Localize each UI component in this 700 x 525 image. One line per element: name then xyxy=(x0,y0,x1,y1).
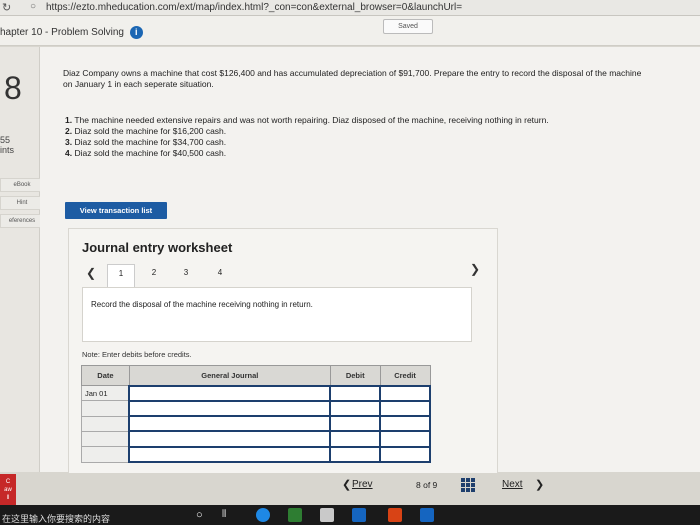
credit-cell[interactable] xyxy=(379,430,431,448)
list-item-text: The machine needed extensive repairs and… xyxy=(74,115,549,125)
list-item-text: Diaz sold the machine for $40,500 cash. xyxy=(74,148,227,158)
taskbar-search-input[interactable]: 在这里输入你要搜索的内容 xyxy=(2,512,110,525)
list-item: 1. The machine needed extensive repairs … xyxy=(65,115,549,126)
date-cell[interactable] xyxy=(81,430,130,448)
list-item-text: Diaz sold the machine for $16,200 cash. xyxy=(74,126,227,136)
worksheet-title: Journal entry worksheet xyxy=(82,240,233,255)
debit-cell[interactable] xyxy=(329,384,382,402)
list-item-number: 4. xyxy=(65,148,73,158)
tab-2[interactable]: 2 xyxy=(140,264,168,284)
date-cell[interactable] xyxy=(81,415,130,432)
chevron-left-icon[interactable]: ❮ xyxy=(342,478,351,491)
debit-cell[interactable] xyxy=(329,430,382,448)
table-row xyxy=(81,445,431,464)
question-number: 8 xyxy=(4,70,22,106)
assignment-header: hapter 10 - Problem Solving i Saved xyxy=(0,16,700,46)
situation-list: 1. The machine needed extensive repairs … xyxy=(65,115,549,159)
lock-icon: ○ xyxy=(30,1,37,12)
debit-credit-note: Note: Enter debits before credits. xyxy=(82,350,192,359)
browser-toolbar: ↻ ○ https://ezto.mheducation.com/ext/map… xyxy=(0,0,700,16)
debit-cell[interactable] xyxy=(329,415,382,433)
list-item-number: 1. xyxy=(65,115,73,125)
credit-cell[interactable] xyxy=(379,445,431,464)
date-cell[interactable] xyxy=(81,446,130,463)
tab-1[interactable]: 1 xyxy=(107,264,135,288)
general-journal-column-header: General Journal xyxy=(128,365,331,386)
tab-3[interactable]: 3 xyxy=(172,264,200,284)
table-row xyxy=(81,415,431,433)
chapter-title-text: hapter 10 - Problem Solving xyxy=(0,27,124,39)
list-item: 2. Diaz sold the machine for $16,200 cas… xyxy=(65,126,549,137)
grid-icon[interactable] xyxy=(461,478,475,492)
saved-status-badge: Saved xyxy=(383,19,433,34)
view-transaction-list-button[interactable]: View transaction list xyxy=(65,202,167,219)
table-row xyxy=(81,399,431,418)
question-prompt: Diaz Company owns a machine that cost $1… xyxy=(63,68,642,89)
chevron-right-icon[interactable]: ❯ xyxy=(535,478,544,491)
date-cell[interactable]: Jan 01 xyxy=(81,384,130,402)
references-button[interactable]: eferences xyxy=(0,214,44,228)
debit-cell[interactable] xyxy=(329,399,382,418)
file-explorer-icon[interactable] xyxy=(320,508,334,522)
address-bar[interactable]: https://ezto.mheducation.com/ext/map/ind… xyxy=(46,2,462,13)
account-cell[interactable] xyxy=(128,415,332,433)
chapter-title: hapter 10 - Problem Solving i xyxy=(0,26,143,39)
cortana-icon[interactable]: ○ xyxy=(196,508,210,522)
mail-icon[interactable] xyxy=(352,508,366,522)
tab-4[interactable]: 4 xyxy=(206,264,234,284)
browser-app-icon[interactable] xyxy=(256,508,270,522)
ebook-button[interactable]: eBook xyxy=(0,178,44,192)
prev-button[interactable]: Prev xyxy=(352,479,373,490)
list-item: 4. Diaz sold the machine for $40,500 cas… xyxy=(65,148,549,159)
list-item: 3. Diaz sold the machine for $34,700 cas… xyxy=(65,137,549,148)
account-cell[interactable] xyxy=(128,430,332,448)
credit-cell[interactable] xyxy=(379,384,431,402)
points-display: 55 ints xyxy=(0,135,14,155)
info-icon[interactable]: i xyxy=(129,26,143,39)
date-cell[interactable] xyxy=(81,400,130,417)
os-taskbar: 在这里输入你要搜索的内容 ○ ⫴ xyxy=(0,505,700,525)
list-item-number: 3. xyxy=(65,137,73,147)
account-cell[interactable] xyxy=(128,445,332,464)
reload-icon[interactable]: ↻ xyxy=(2,1,11,14)
debit-cell[interactable] xyxy=(329,445,382,464)
journal-table: Date General Journal Debit Credit Jan 01 xyxy=(81,365,431,464)
powerpoint-app-icon[interactable] xyxy=(388,508,402,522)
excel-app-icon[interactable] xyxy=(288,508,302,522)
credit-cell[interactable] xyxy=(379,415,431,433)
instruction-box: Record the disposal of the machine recei… xyxy=(82,287,472,342)
account-cell[interactable] xyxy=(128,399,332,418)
page-indicator: 8 of 9 xyxy=(416,480,438,490)
chevron-right-icon[interactable]: ❯ xyxy=(470,262,480,276)
points-value: 55 xyxy=(0,135,11,145)
table-row: Jan 01 xyxy=(81,384,431,402)
credit-cell[interactable] xyxy=(379,399,431,418)
account-cell[interactable] xyxy=(128,384,332,402)
table-row xyxy=(81,430,431,448)
debit-column-header: Debit xyxy=(329,365,381,386)
list-item-number: 2. xyxy=(65,126,73,136)
side-red-tab[interactable]: C aw ll xyxy=(0,474,16,508)
word-app-icon[interactable] xyxy=(420,508,434,522)
task-view-icon[interactable]: ⫴ xyxy=(222,508,236,522)
list-item-text: Diaz sold the machine for $34,700 cash. xyxy=(74,137,227,147)
left-sidebar xyxy=(0,47,40,472)
credit-column-header: Credit xyxy=(379,365,431,386)
points-label: ints xyxy=(0,145,15,155)
pagination-bar: ❮ Prev 8 of 9 Next ❯ xyxy=(330,475,700,497)
chevron-left-icon[interactable]: ❮ xyxy=(86,266,96,280)
date-column-header: Date xyxy=(81,365,130,386)
next-button[interactable]: Next xyxy=(502,479,523,490)
hint-button[interactable]: Hint xyxy=(0,196,44,210)
